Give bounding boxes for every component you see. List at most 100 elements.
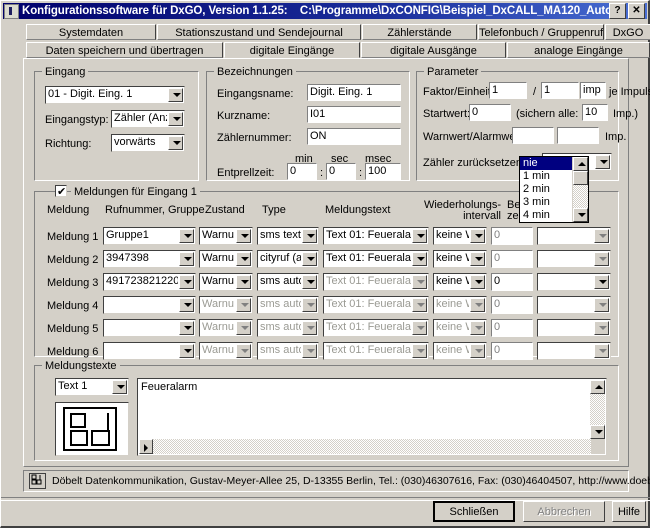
- entprellzeit-msec-input[interactable]: 100: [365, 163, 401, 180]
- chevron-down-icon[interactable]: [470, 321, 485, 335]
- text-select-combo[interactable]: Text 1: [55, 378, 129, 396]
- sichern-alle-input[interactable]: 10: [582, 104, 608, 121]
- chevron-down-icon[interactable]: [302, 275, 317, 289]
- help-titlebar-button[interactable]: ?: [609, 3, 626, 19]
- eingangstyp-combo[interactable]: Zähler (Anz.): [111, 110, 185, 128]
- cancel-button[interactable]: Abbrechen: [523, 501, 605, 522]
- tab-digitale-ausgaenge[interactable]: digitale Ausgänge: [361, 42, 506, 58]
- kurzname-input[interactable]: I01: [307, 106, 401, 123]
- meldungstext-combo[interactable]: Text 01: Feueralarm: [323, 250, 429, 268]
- rufnummer-combo[interactable]: 491723821220: [103, 273, 196, 291]
- chevron-down-icon[interactable]: [470, 298, 485, 312]
- ersatz-combo[interactable]: [537, 273, 611, 291]
- startwert-input[interactable]: 0: [469, 104, 511, 121]
- close-button[interactable]: Schließen: [433, 501, 515, 522]
- type-combo[interactable]: sms auto: [257, 296, 319, 314]
- wiederholung-combo[interactable]: keine W: [433, 273, 487, 291]
- chevron-down-icon[interactable]: [594, 298, 609, 312]
- chevron-down-icon[interactable]: [412, 252, 427, 266]
- wiederholung-combo[interactable]: keine W: [433, 319, 487, 337]
- bestaetigzeit-input[interactable]: 0: [491, 296, 533, 314]
- chevron-down-icon[interactable]: [179, 229, 194, 243]
- meldungstext-combo[interactable]: Text 01: Feueralarm: [323, 227, 429, 245]
- wiederholung-combo[interactable]: keine W: [433, 227, 487, 245]
- dropdown-scroll-down-button[interactable]: [573, 208, 588, 222]
- zustand-combo[interactable]: Warnu: [199, 296, 253, 314]
- chevron-down-icon[interactable]: [179, 298, 194, 312]
- ersatz-combo[interactable]: [537, 342, 611, 360]
- type-combo[interactable]: sms auto: [257, 273, 319, 291]
- type-combo[interactable]: sms text (: [257, 227, 319, 245]
- vertical-scrollbar[interactable]: [590, 380, 605, 439]
- rufnummer-combo[interactable]: Gruppe1: [103, 227, 196, 245]
- type-combo[interactable]: sms auto: [257, 342, 319, 360]
- tab-digitale-eingaenge[interactable]: digitale Eingänge: [224, 42, 360, 58]
- eingangsname-input[interactable]: Digit. Eing. 1: [307, 84, 401, 101]
- dropdown-scroll-thumb[interactable]: [573, 171, 588, 185]
- chevron-down-icon[interactable]: [470, 344, 485, 358]
- meldungstext-combo[interactable]: Text 01: Feueralarm: [323, 296, 429, 314]
- ersatz-combo[interactable]: [537, 250, 611, 268]
- chevron-down-icon[interactable]: [470, 275, 485, 289]
- meldungstext-combo[interactable]: Text 01: Feueralarm: [323, 319, 429, 337]
- chevron-down-icon[interactable]: [302, 298, 317, 312]
- scroll-up-button[interactable]: [590, 380, 605, 394]
- chevron-down-icon[interactable]: [594, 252, 609, 266]
- tab-analoge-eingaenge[interactable]: analoge Eingänge: [507, 42, 650, 58]
- reset-option-nie[interactable]: nie: [520, 157, 572, 170]
- chevron-down-icon[interactable]: [302, 321, 317, 335]
- chevron-down-icon[interactable]: [302, 252, 317, 266]
- chevron-down-icon[interactable]: [112, 380, 127, 394]
- richtung-combo[interactable]: vorwärts: [111, 134, 185, 152]
- reset-dropdown-list[interactable]: nie 1 min 2 min 3 min 4 min: [519, 156, 589, 223]
- tab-zaehlerstaende[interactable]: Zählerstände: [362, 24, 477, 40]
- chevron-down-icon[interactable]: [412, 229, 427, 243]
- dropdown-scrollbar[interactable]: [572, 157, 588, 222]
- scroll-down-button[interactable]: [590, 425, 605, 439]
- chevron-down-icon[interactable]: [179, 252, 194, 266]
- bestaetigzeit-input[interactable]: 0: [491, 227, 533, 245]
- hscroll-track[interactable]: [153, 439, 591, 454]
- tab-telefonbuch[interactable]: Telefonbuch / Gruppenruf: [478, 24, 604, 40]
- type-combo[interactable]: sms auto: [257, 319, 319, 337]
- reset-option-1min[interactable]: 1 min: [520, 170, 572, 183]
- entprellzeit-min-input[interactable]: 0: [287, 163, 317, 180]
- chevron-down-icon[interactable]: [302, 344, 317, 358]
- ersatz-combo[interactable]: [537, 227, 611, 245]
- chevron-down-icon[interactable]: [594, 275, 609, 289]
- reset-option-4min[interactable]: 4 min: [520, 209, 572, 222]
- dropdown-scroll-track[interactable]: [573, 185, 588, 208]
- chevron-down-icon[interactable]: [595, 155, 610, 169]
- bestaetigzeit-input[interactable]: 0: [491, 319, 533, 337]
- chevron-down-icon[interactable]: [412, 275, 427, 289]
- horizontal-scrollbar[interactable]: [139, 439, 605, 454]
- chevron-down-icon[interactable]: [470, 252, 485, 266]
- bitmap-preview[interactable]: [55, 402, 129, 456]
- meldungstext-combo[interactable]: Text 01: Feueralarm: [323, 273, 429, 291]
- type-combo[interactable]: cityruf (al: [257, 250, 319, 268]
- alarmwert-input[interactable]: [557, 127, 599, 144]
- chevron-down-icon[interactable]: [236, 298, 251, 312]
- zustand-combo[interactable]: Warnu: [199, 227, 253, 245]
- meldungstext-textarea[interactable]: Feueralarm: [137, 378, 607, 456]
- bestaetigzeit-input[interactable]: 0: [491, 342, 533, 360]
- meldungen-checkbox[interactable]: ✔: [55, 185, 67, 197]
- zaehlernummer-input[interactable]: ON: [307, 128, 401, 145]
- tab-daten-speichern[interactable]: Daten speichern und übertragen: [26, 42, 223, 58]
- zustand-combo[interactable]: Warnu: [199, 319, 253, 337]
- tab-systemdaten[interactable]: Systemdaten: [26, 24, 156, 40]
- chevron-down-icon[interactable]: [412, 344, 427, 358]
- ersatz-combo[interactable]: [537, 319, 611, 337]
- rufnummer-combo[interactable]: [103, 342, 196, 360]
- chevron-down-icon[interactable]: [179, 321, 194, 335]
- chevron-down-icon[interactable]: [412, 321, 427, 335]
- bestaetigzeit-input[interactable]: 0: [491, 273, 533, 291]
- chevron-down-icon[interactable]: [302, 229, 317, 243]
- chevron-down-icon[interactable]: [236, 229, 251, 243]
- input-select-combo[interactable]: 01 - Digit. Eing. 1: [45, 86, 185, 104]
- chevron-down-icon[interactable]: [236, 252, 251, 266]
- reset-option-3min[interactable]: 3 min: [520, 196, 572, 209]
- tab-dxgo[interactable]: DxGO: [605, 24, 650, 40]
- wiederholung-combo[interactable]: keine W: [433, 296, 487, 314]
- chevron-down-icon[interactable]: [594, 229, 609, 243]
